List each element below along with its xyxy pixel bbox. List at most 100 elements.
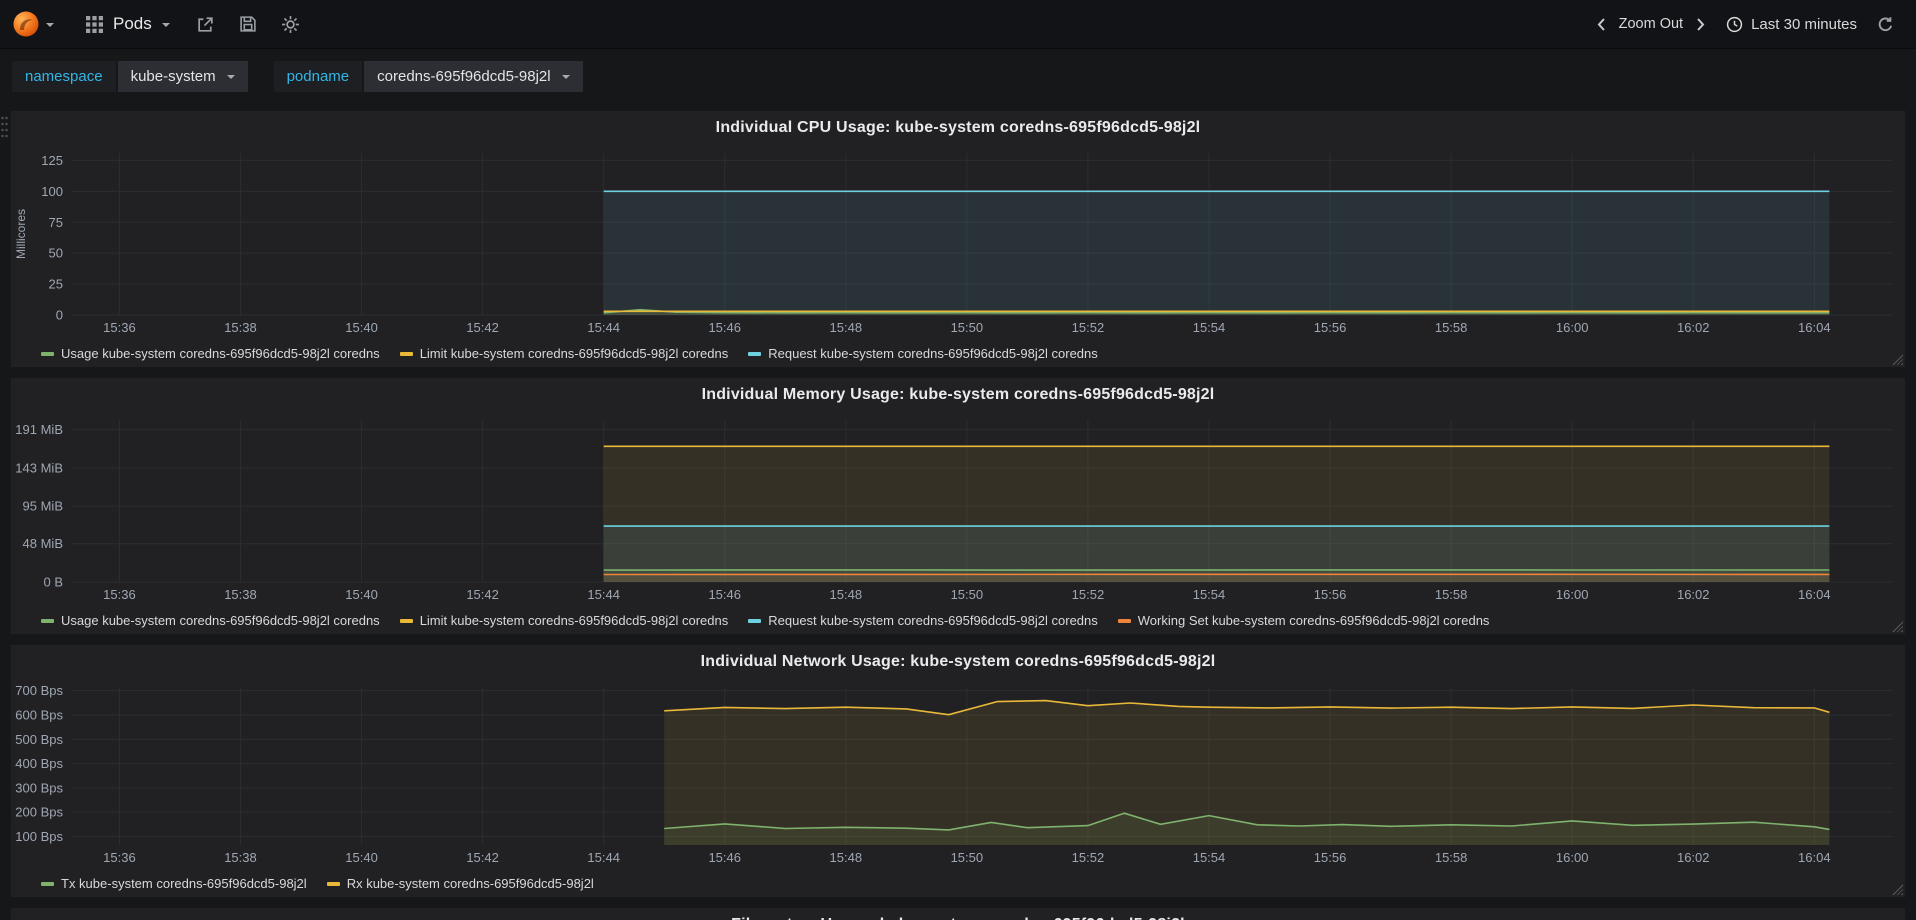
podname-value: coredns-695f96dcd5-98j2l (377, 68, 551, 85)
save-button[interactable] (235, 11, 261, 37)
navbar-left: Pods (10, 10, 304, 38)
caret-down-icon (561, 75, 570, 83)
svg-text:15:48: 15:48 (830, 320, 863, 335)
svg-text:15:46: 15:46 (708, 850, 741, 865)
share-button[interactable] (192, 11, 219, 38)
time-range-label: Last 30 minutes (1751, 15, 1857, 33)
memory-legend: Usage kube-system coredns-695f96dcd5-98j… (11, 611, 1905, 634)
svg-text:15:44: 15:44 (587, 587, 620, 602)
svg-text:16:04: 16:04 (1798, 320, 1831, 335)
legend-label: Request kube-system coredns-695f96dcd5-9… (768, 613, 1098, 628)
svg-text:16:04: 16:04 (1798, 587, 1831, 602)
cpu-chart[interactable]: 15:36 15:38 15:40 15:42 15:44 15:46 15:48 15:50… (11, 145, 1905, 344)
svg-text:15:54: 15:54 (1193, 320, 1226, 335)
series-color-dash (326, 881, 340, 886)
series-color-dash (41, 351, 54, 356)
drag-handle-icon (1, 116, 8, 138)
svg-text:15:48: 15:48 (830, 587, 863, 602)
svg-text:15:40: 15:40 (345, 587, 378, 602)
panel-title-network[interactable]: Individual Network Usage: kube-system co… (11, 645, 1905, 679)
svg-text:15:38: 15:38 (224, 320, 257, 335)
svg-text:15:52: 15:52 (1072, 320, 1105, 335)
svg-text:15:40: 15:40 (345, 850, 378, 865)
svg-text:15:52: 15:52 (1072, 850, 1105, 865)
svg-text:15:48: 15:48 (830, 850, 863, 865)
svg-text:15:56: 15:56 (1314, 320, 1347, 335)
svg-text:125: 125 (41, 153, 63, 168)
settings-button[interactable] (277, 11, 304, 38)
memory-chart[interactable]: 15:36 15:38 15:40 15:42 15:44 15:46 15:48 15:50… (11, 412, 1905, 611)
svg-text:15:42: 15:42 (466, 320, 499, 335)
svg-text:15:46: 15:46 (708, 320, 741, 335)
svg-text:200 Bps: 200 Bps (15, 805, 63, 820)
svg-text:Millicores: Millicores (14, 209, 28, 259)
legend-item[interactable]: Limit kube-system coredns-695f96dcd5-98j… (399, 346, 728, 361)
caret-down-icon (46, 22, 54, 31)
caret-down-icon (226, 75, 235, 83)
legend-item[interactable]: Request kube-system coredns-695f96dcd5-9… (748, 613, 1098, 628)
namespace-value: kube-system (130, 68, 216, 85)
legend-item[interactable]: Usage kube-system coredns-695f96dcd5-98j… (41, 346, 380, 361)
svg-text:400 Bps: 400 Bps (15, 756, 63, 771)
svg-text:0: 0 (56, 308, 63, 323)
svg-text:300 Bps: 300 Bps (15, 780, 63, 795)
legend-label: Usage kube-system coredns-695f96dcd5-98j… (61, 613, 380, 628)
panel-memory: Individual Memory Usage: kube-system cor… (10, 377, 1906, 635)
chevron-right-icon (1697, 17, 1705, 31)
legend-item[interactable]: Usage kube-system coredns-695f96dcd5-98j… (41, 613, 380, 628)
svg-text:15:54: 15:54 (1193, 587, 1226, 602)
legend-label: Limit kube-system coredns-695f96dcd5-98j… (419, 613, 729, 628)
panel-title-memory[interactable]: Individual Memory Usage: kube-system cor… (11, 378, 1905, 412)
svg-text:75: 75 (49, 215, 63, 230)
save-icon (240, 16, 256, 32)
legend-item[interactable]: Tx kube-system coredns-695f96dcd5-98j2l (41, 876, 307, 891)
navbar-right: Zoom Out Last 30 minutes (1592, 12, 1898, 37)
legend-item[interactable]: Request kube-system coredns-695f96dcd5-9… (748, 346, 1098, 361)
svg-text:15:50: 15:50 (951, 320, 984, 335)
namespace-dropdown[interactable]: kube-system (117, 61, 248, 92)
series-color-dash (399, 351, 413, 356)
svg-text:100 Bps: 100 Bps (15, 829, 63, 844)
svg-text:16:04: 16:04 (1798, 850, 1831, 865)
variables-bar: namespace kube-system podname coredns-69… (0, 49, 1916, 102)
refresh-button[interactable] (1873, 12, 1898, 37)
svg-text:16:02: 16:02 (1677, 320, 1710, 335)
zoom-out-button[interactable]: Zoom Out (1619, 16, 1683, 32)
podname-dropdown[interactable]: coredns-695f96dcd5-98j2l (364, 61, 583, 92)
variable-podname: podname coredns-695f96dcd5-98j2l (273, 61, 583, 92)
time-range-picker[interactable]: Last 30 minutes (1726, 16, 1857, 33)
panel-title-filesystem[interactable]: Filesystem Usage: kube-system coredns-69… (11, 908, 1905, 920)
svg-text:15:50: 15:50 (951, 587, 984, 602)
chevron-left-icon (1597, 17, 1605, 31)
share-icon (198, 16, 213, 32)
dashboard-title: Pods (113, 14, 152, 33)
series-color-dash (748, 351, 762, 356)
legend-item[interactable]: Limit kube-system coredns-695f96dcd5-98j… (399, 613, 729, 628)
refresh-icon (1878, 16, 1893, 31)
time-back-button[interactable] (1592, 13, 1611, 36)
row-drag-handle[interactable] (1, 116, 8, 143)
grafana-app: Pods Zoom Out Last 30 minutes namespace … (0, 0, 1916, 920)
dashboard-picker[interactable]: Pods (80, 14, 176, 34)
svg-text:15:36: 15:36 (103, 850, 136, 865)
org-switcher[interactable] (10, 10, 64, 38)
legend-label: Rx kube-system coredns-695f96dcd5-98j2l (346, 876, 594, 891)
svg-text:15:36: 15:36 (103, 320, 136, 335)
caret-down-icon (161, 22, 170, 31)
legend-item[interactable]: Working Set kube-system coredns-695f96dc… (1117, 613, 1490, 628)
legend-item[interactable]: Rx kube-system coredns-695f96dcd5-98j2l (326, 876, 594, 891)
svg-text:15:52: 15:52 (1072, 587, 1105, 602)
svg-text:16:00: 16:00 (1556, 850, 1589, 865)
svg-text:15:50: 15:50 (951, 850, 984, 865)
svg-text:15:40: 15:40 (345, 320, 378, 335)
time-forward-button[interactable] (1691, 13, 1710, 36)
network-chart[interactable]: 15:36 15:38 15:40 15:42 15:44 15:46 15:48 15:50… (11, 679, 1905, 874)
series-color-dash (41, 881, 54, 886)
variable-label: namespace (12, 61, 116, 92)
grafana-logo (13, 11, 39, 37)
panel-title-cpu[interactable]: Individual CPU Usage: kube-system coredn… (11, 111, 1905, 145)
legend-label: Working Set kube-system coredns-695f96dc… (1137, 613, 1490, 628)
svg-text:15:38: 15:38 (224, 850, 257, 865)
time-nav: Zoom Out (1592, 13, 1710, 36)
gear-icon (281, 15, 299, 33)
